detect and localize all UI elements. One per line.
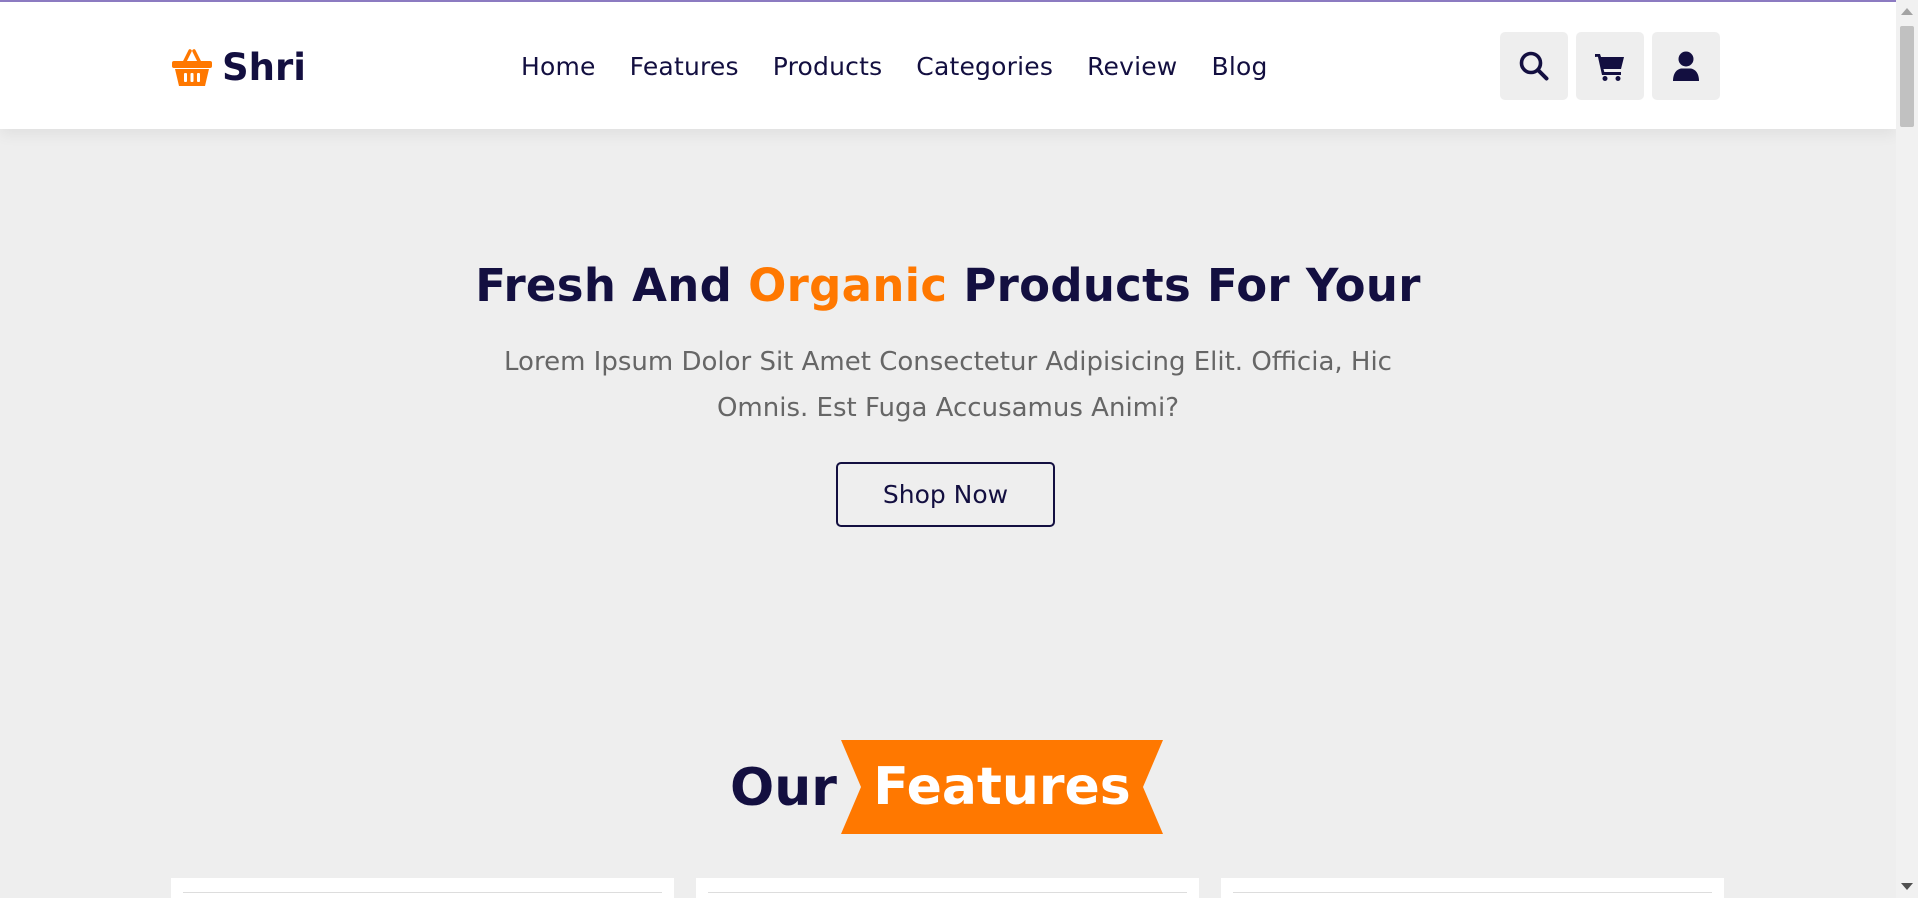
cart-icon	[1595, 54, 1624, 81]
logo-text: Shri	[222, 45, 306, 89]
hero-title: Fresh And Organic Products For Your	[0, 259, 1896, 312]
logo-link[interactable]: Shri	[170, 42, 306, 92]
feature-card	[696, 878, 1199, 898]
nav-link-review[interactable]: Review	[1087, 48, 1177, 86]
hero-title-part2: Products For Your	[947, 259, 1421, 312]
main-nav: Home Features Products Categories Review…	[521, 48, 1268, 86]
account-button[interactable]	[1652, 32, 1720, 100]
hero-description: Lorem Ipsum Dolor Sit Amet Consectetur A…	[504, 347, 1392, 423]
hero-title-accent: Organic	[748, 259, 948, 312]
nav-link-blog[interactable]: Blog	[1211, 48, 1267, 86]
site-header: Shri Home Features Products Categories R…	[0, 2, 1896, 129]
hero-title-part1: Fresh And	[475, 259, 749, 312]
cart-button[interactable]	[1576, 32, 1644, 100]
features-heading-highlight: Features	[873, 757, 1131, 817]
feature-card	[1221, 878, 1724, 898]
features-heading-plain: Our	[730, 758, 837, 818]
feature-card	[171, 878, 674, 898]
scroll-thumb[interactable]	[1900, 26, 1914, 127]
search-button[interactable]	[1500, 32, 1568, 100]
features-heading: Our Features	[0, 740, 1896, 834]
nav-link-home[interactable]: Home	[521, 48, 596, 86]
scroll-down-arrow-icon[interactable]	[1901, 883, 1913, 890]
scroll-up-arrow-icon[interactable]	[1901, 8, 1913, 15]
nav-link-features[interactable]: Features	[630, 48, 739, 86]
nav-link-categories[interactable]: Categories	[916, 48, 1053, 86]
user-icon	[1673, 51, 1699, 81]
shop-now-button[interactable]: Shop Now	[836, 462, 1055, 527]
features-heading-ribbon: Features	[841, 740, 1163, 834]
shopping-basket-icon	[172, 49, 212, 86]
vertical-scrollbar[interactable]	[1896, 0, 1918, 898]
nav-link-products[interactable]: Products	[773, 48, 883, 86]
search-icon	[1519, 51, 1549, 81]
